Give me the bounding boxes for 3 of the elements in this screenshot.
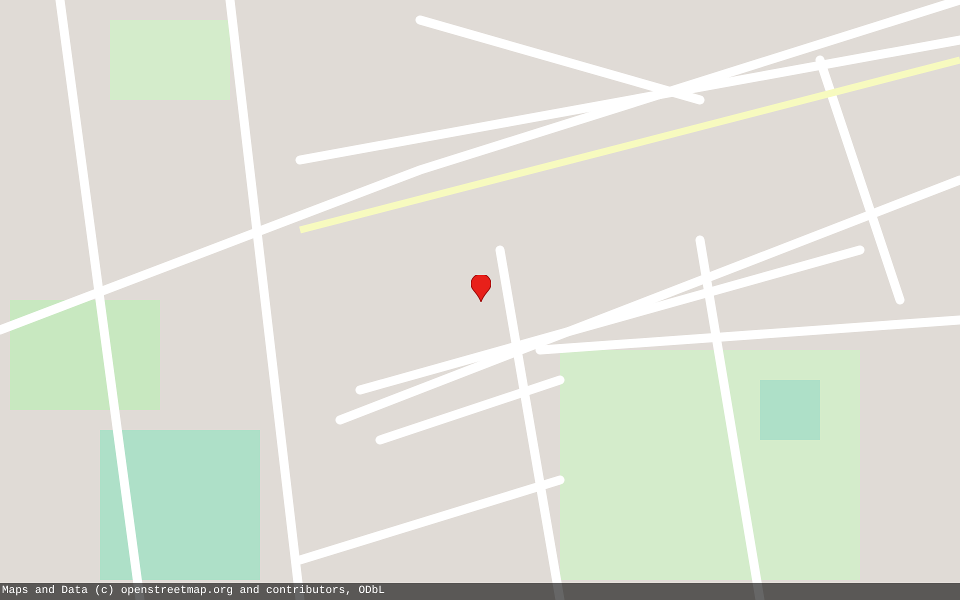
attribution-text: Maps and Data (c) openstreetmap.org and contributors, ODbL — [2, 584, 385, 600]
map-pin-icon — [471, 275, 491, 302]
map-drawing[interactable] — [0, 0, 960, 600]
